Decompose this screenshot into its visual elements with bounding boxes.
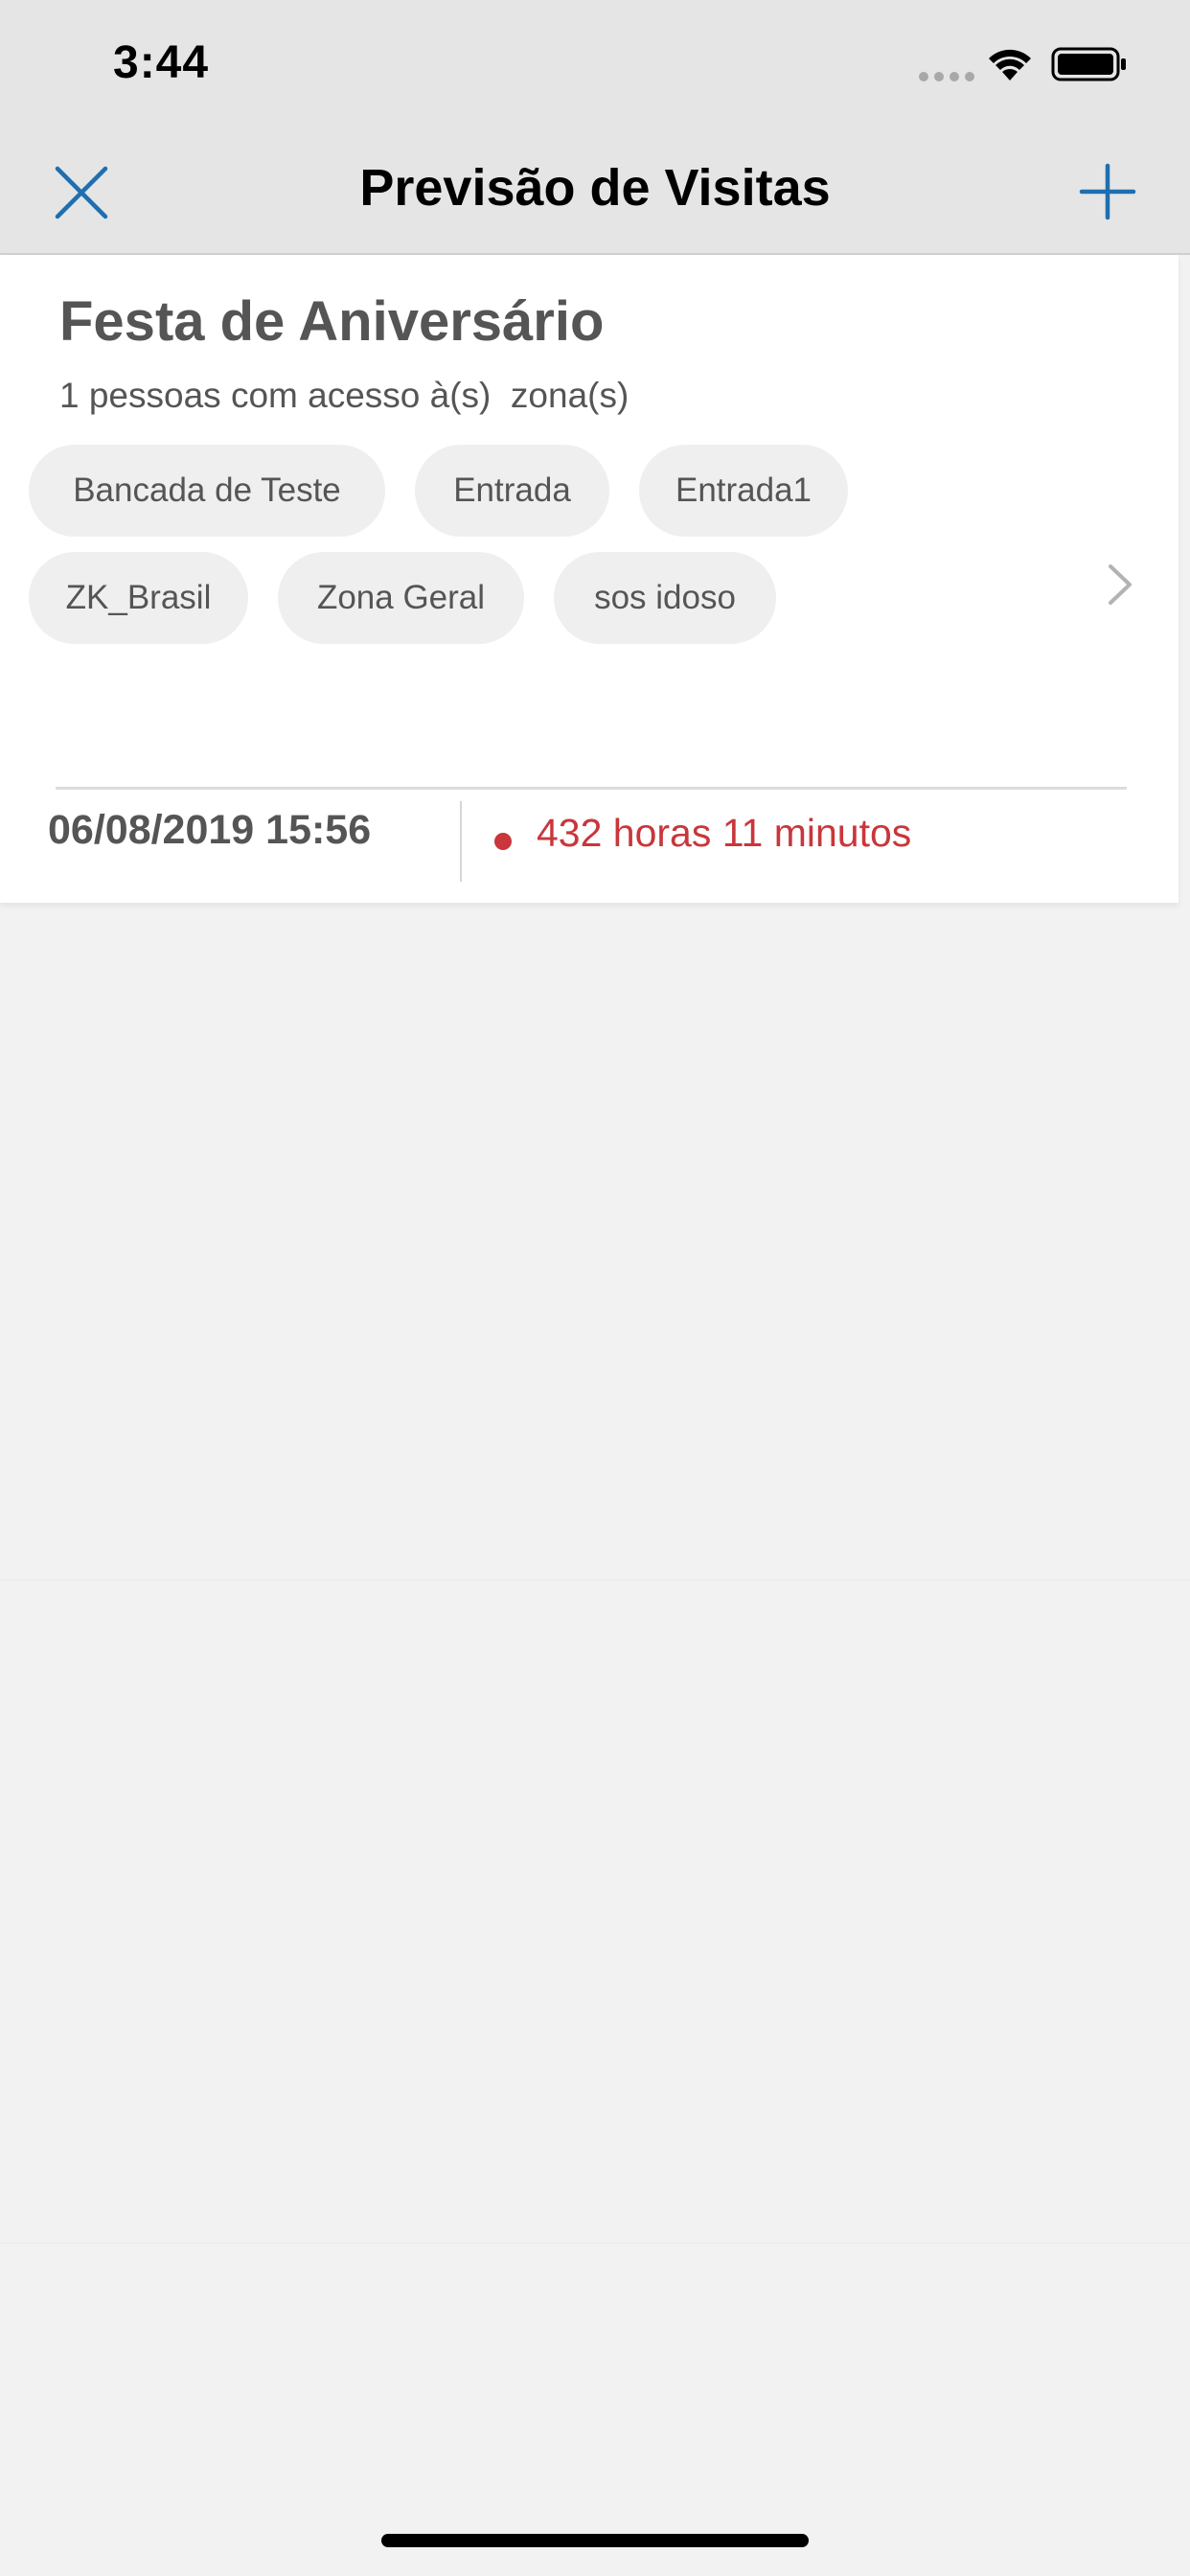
navigation-bar: Previsão de Visitas xyxy=(0,134,1190,255)
battery-icon xyxy=(1051,47,1126,81)
close-icon[interactable] xyxy=(54,165,109,220)
status-bar: 3:44 xyxy=(0,0,1190,134)
row-separator xyxy=(0,2242,1190,2243)
wifi-icon xyxy=(989,49,1031,80)
chevron-right-icon xyxy=(1109,564,1132,605)
zone-chip: Zona Geral xyxy=(278,552,524,644)
page-title: Previsão de Visitas xyxy=(359,159,831,217)
cellular-signal-icon xyxy=(919,72,974,81)
zone-chip: Bancada de Teste xyxy=(29,445,385,537)
card-divider xyxy=(56,787,1127,790)
visit-card[interactable]: Festa de Aniversário 1 pessoas com acess… xyxy=(0,255,1179,903)
home-indicator xyxy=(381,2534,809,2547)
zone-chip: Entrada xyxy=(415,445,609,537)
visit-title: Festa de Aniversário xyxy=(59,290,605,353)
zone-chip: Entrada1 xyxy=(639,445,848,537)
vertical-divider xyxy=(460,801,462,882)
row-separator xyxy=(0,1579,1190,1580)
zone-chip: sos idoso xyxy=(554,552,776,644)
zone-chip: ZK_Brasil xyxy=(29,552,248,644)
visit-date: 06/08/2019 15:56 xyxy=(48,807,372,853)
visit-duration: 432 horas 11 minutos xyxy=(537,811,912,855)
plus-icon[interactable] xyxy=(1079,163,1136,220)
status-time: 3:44 xyxy=(113,37,210,88)
status-dot xyxy=(494,833,512,850)
visit-subtitle: 1 pessoas com acesso à(s) zona(s) xyxy=(59,376,629,415)
